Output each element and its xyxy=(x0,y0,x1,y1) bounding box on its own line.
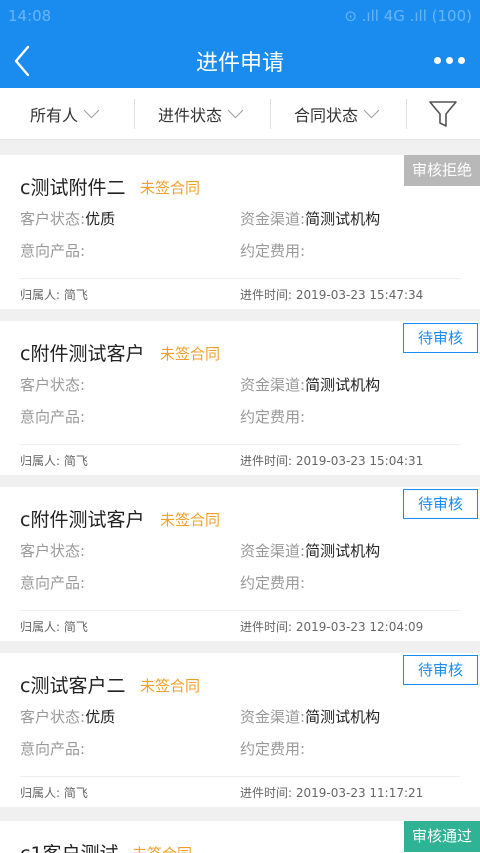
customer-name: c测试客户二 xyxy=(20,675,126,697)
list-item[interactable]: c附件测试客户 未签合同 待审核 客户状态: 资金渠道:简测试机构 意向产品: … xyxy=(0,487,480,641)
divider xyxy=(406,99,407,129)
fund-channel-field: 资金渠道:简测试机构 xyxy=(240,210,381,228)
fee-field: 约定费用: xyxy=(240,574,306,592)
contract-status: 未签合同 xyxy=(160,345,221,363)
product-field: 意向产品: xyxy=(20,242,86,260)
fund-channel-field: 资金渠道:简测试机构 xyxy=(240,708,381,726)
fee-field: 约定费用: xyxy=(240,408,306,426)
contract-status: 未签合同 xyxy=(140,677,201,695)
status-badge: 待审核 xyxy=(402,489,478,519)
contract-status: 未签合同 xyxy=(160,511,221,529)
divider xyxy=(20,776,460,777)
submit-time: 进件时间: 2019-03-23 11:17:21 xyxy=(240,786,424,800)
customer-name: c附件测试客户 xyxy=(20,343,145,365)
filter-contract-status-label: 合同状态 xyxy=(294,106,359,125)
status-badge: 待审核 xyxy=(402,323,478,353)
title-bar: 进件申请 xyxy=(0,33,480,88)
status-badge: 待审核 xyxy=(402,655,478,685)
customer-name: c1客户测试 xyxy=(20,839,119,853)
status-badge: 审核拒绝 xyxy=(403,155,480,186)
filter-bar: 所有人 进件状态 合同状态 xyxy=(0,88,480,140)
divider xyxy=(20,444,460,445)
customer-name: c附件测试客户 xyxy=(20,509,145,531)
owner: 归属人: 简飞 xyxy=(20,786,88,800)
customer-status-field: 客户状态: xyxy=(20,542,86,560)
fund-channel-field: 资金渠道:简测试机构 xyxy=(240,376,381,394)
product-field: 意向产品: xyxy=(20,408,86,426)
filter-owner-label: 所有人 xyxy=(30,106,79,125)
divider xyxy=(20,610,460,611)
filter-icon[interactable] xyxy=(427,98,459,130)
list-item[interactable]: c测试附件二 未签合同 审核拒绝 客户状态:优质 资金渠道:简测试机构 意向产品… xyxy=(0,155,480,309)
owner: 归属人: 简飞 xyxy=(20,288,88,302)
contract-status: 未签合同 xyxy=(140,179,201,197)
customer-name: c测试附件二 xyxy=(20,177,126,199)
divider xyxy=(134,99,135,129)
filter-contract-status[interactable]: 合同状态 xyxy=(294,88,380,140)
product-field: 意向产品: xyxy=(20,740,86,758)
page-title: 进件申请 xyxy=(195,51,284,76)
list-item[interactable]: c附件测试客户 未签合同 待审核 客户状态: 资金渠道:简测试机构 意向产品: … xyxy=(0,321,480,475)
list-item[interactable]: c1客户测试 未签合同 审核通过 xyxy=(0,821,480,853)
filter-application-status-label: 进件状态 xyxy=(158,106,223,125)
chevron-down-icon xyxy=(83,102,100,119)
chevron-down-icon xyxy=(227,102,244,119)
owner: 归属人: 简飞 xyxy=(20,454,88,468)
status-bar: 14:08 ⊙ .ıll 4G .ıll (100) xyxy=(0,0,480,33)
owner: 归属人: 简飞 xyxy=(20,620,88,634)
customer-status-field: 客户状态:优质 xyxy=(20,708,116,726)
customer-status-field: 客户状态: xyxy=(20,376,86,394)
status-badge: 审核通过 xyxy=(403,821,480,852)
product-field: 意向产品: xyxy=(20,574,86,592)
divider xyxy=(20,278,460,279)
filter-application-status[interactable]: 进件状态 xyxy=(158,88,244,140)
status-time: 14:08 xyxy=(8,7,52,25)
fee-field: 约定费用: xyxy=(240,242,306,260)
divider xyxy=(270,99,271,129)
list-item[interactable]: c测试客户二 未签合同 待审核 客户状态:优质 资金渠道:简测试机构 意向产品:… xyxy=(0,653,480,807)
filter-owner[interactable]: 所有人 xyxy=(30,88,100,140)
status-indicators: ⊙ .ıll 4G .ıll (100) xyxy=(344,7,472,25)
customer-status-field: 客户状态:优质 xyxy=(20,210,116,228)
submit-time: 进件时间: 2019-03-23 15:47:34 xyxy=(240,288,424,302)
submit-time: 进件时间: 2019-03-23 12:04:09 xyxy=(240,620,424,634)
more-icon[interactable] xyxy=(434,55,466,67)
chevron-down-icon xyxy=(363,102,380,119)
submit-time: 进件时间: 2019-03-23 15:04:31 xyxy=(240,454,424,468)
fund-channel-field: 资金渠道:简测试机构 xyxy=(240,542,381,560)
contract-status: 未签合同 xyxy=(132,843,192,853)
fee-field: 约定费用: xyxy=(240,740,306,758)
